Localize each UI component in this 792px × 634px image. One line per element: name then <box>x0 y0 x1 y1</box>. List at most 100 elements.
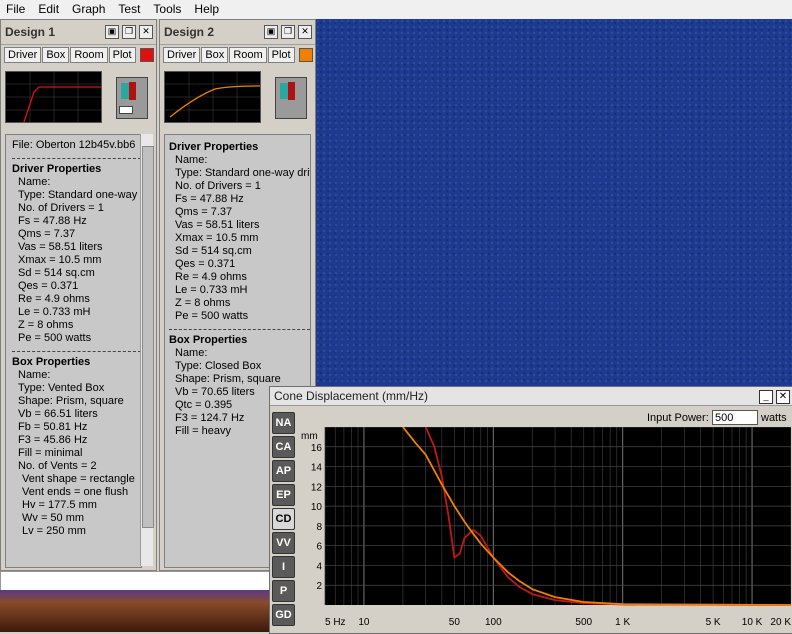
input-power-label: Input Power: <box>647 412 709 424</box>
plot-color-swatch[interactable] <box>139 48 154 63</box>
property-line: Vas = 58.51 liters <box>18 241 103 253</box>
tab-room[interactable]: Room <box>229 47 267 63</box>
x-tick-label: 5 K <box>706 617 721 628</box>
cone-titlebar: Cone Displacement (mm/Hz) _ ✕ <box>270 387 792 406</box>
plot-button-cd[interactable]: CD <box>272 508 295 530</box>
plot-button-ap[interactable]: AP <box>272 460 295 482</box>
property-line: Type: Vented Box <box>18 382 105 394</box>
x-tick-label: 5 Hz <box>325 617 346 628</box>
y-tick-label: 4 <box>316 561 322 572</box>
property-line: Z = 8 ohms <box>175 297 231 309</box>
menu-item-graph[interactable]: Graph <box>66 0 112 19</box>
property-line: No. of Vents = 2 <box>18 460 97 472</box>
design2-tabs: Driver Box Room Plot <box>163 47 313 63</box>
status-field <box>0 571 271 591</box>
plot-area <box>325 427 791 605</box>
driver-properties-header: Driver Properties <box>169 141 259 153</box>
menu-item-file[interactable]: File <box>0 0 32 19</box>
x-tick-label: 500 <box>575 617 592 628</box>
menu-item-help[interactable]: Help <box>188 0 226 19</box>
tab-box[interactable]: Box <box>42 47 70 63</box>
input-power-unit: watts <box>761 412 787 424</box>
cone-displacement-window: Cone Displacement (mm/Hz) _ ✕ Input Powe… <box>269 386 792 634</box>
menu-bar: File Edit Graph Test Tools Help <box>0 0 792 20</box>
file-name: File: Oberton 12b45v.bb6 <box>12 139 136 151</box>
design1-properties: File: Oberton 12b45v.bb6 Driver Properti… <box>5 134 142 568</box>
property-line: Le = 0.733 mH <box>175 284 248 296</box>
save-icon[interactable]: ▣ <box>264 25 278 39</box>
property-line: Fill = minimal <box>18 447 83 459</box>
property-line: Xmax = 10.5 mm <box>175 232 259 244</box>
plot-button-vv[interactable]: VV <box>272 532 295 554</box>
property-line: Name: <box>175 154 208 166</box>
save-icon[interactable]: ▣ <box>105 25 119 39</box>
close-icon[interactable]: ✕ <box>298 25 312 39</box>
copy-icon[interactable]: ❐ <box>122 25 136 39</box>
property-line: No. of Drivers = 1 <box>18 202 104 214</box>
property-line: Pe = 500 watts <box>18 332 92 344</box>
property-line: Qms = 7.37 <box>18 228 76 240</box>
response-thumbnail <box>5 71 102 123</box>
menu-item-edit[interactable]: Edit <box>32 0 66 19</box>
design2-titlebar: Design 2 ▣ ❐ ✕ <box>160 20 315 45</box>
close-icon[interactable]: ✕ <box>139 25 153 39</box>
design2-title: Design 2 <box>164 25 215 39</box>
input-power-field[interactable] <box>712 410 758 425</box>
property-line: Qes = 0.371 <box>18 280 79 292</box>
y-tick-label: 2 <box>316 581 322 592</box>
driver-properties-header: Driver Properties <box>12 163 102 175</box>
property-line: Re = 4.9 ohms <box>18 293 90 305</box>
plot-button-ep[interactable]: EP <box>272 484 295 506</box>
y-tick-label: 6 <box>316 542 322 553</box>
plot-button-i[interactable]: I <box>272 556 295 578</box>
property-line: Type: Standard one-way <box>18 189 138 201</box>
speaker-icon <box>116 77 148 119</box>
property-line: Vb = 66.51 liters <box>18 408 98 420</box>
design1-titlebar: Design 1 ▣ ❐ ✕ <box>1 20 156 45</box>
minimize-icon[interactable]: _ <box>759 390 773 404</box>
tab-room[interactable]: Room <box>70 47 108 63</box>
x-tick-label: 100 <box>485 617 502 628</box>
property-line: Sd = 514 sq.cm <box>18 267 95 279</box>
design1-scrollbar[interactable] <box>140 134 154 566</box>
menu-item-tools[interactable]: Tools <box>147 0 188 19</box>
y-unit-label: mm <box>301 431 318 442</box>
x-tick-label: 10 K <box>742 617 763 628</box>
x-tick-label: 1 K <box>615 617 630 628</box>
property-line: Lv = 250 mm <box>22 525 86 537</box>
plot-color-swatch[interactable] <box>298 48 313 63</box>
tab-driver[interactable]: Driver <box>4 47 42 63</box>
plot-button-gd[interactable]: GD <box>272 604 295 626</box>
plot-button-ca[interactable]: CA <box>272 436 295 458</box>
property-line: Fs = 47.88 Hz <box>175 193 244 205</box>
y-tick-label: 16 <box>311 443 323 454</box>
y-tick-label: 8 <box>316 522 322 533</box>
x-tick-label: 10 <box>358 617 370 628</box>
property-line: Vas = 58.51 liters <box>175 219 260 231</box>
property-line: Hv = 177.5 mm <box>22 499 97 511</box>
copy-icon[interactable]: ❐ <box>281 25 295 39</box>
close-icon[interactable]: ✕ <box>776 390 790 404</box>
cone-displacement-plot: mm16 14 12 10 8 6 4 2 5 Hz 10 50 100 500 1 K 5 K 10 K 20… <box>301 427 791 628</box>
y-tick-label: 14 <box>311 463 323 474</box>
property-line: Type: Closed Box <box>175 360 262 372</box>
property-line: Xmax = 10.5 mm <box>18 254 102 266</box>
property-line: Type: Standard one-way driv <box>175 167 311 179</box>
response-thumbnail <box>164 71 261 123</box>
tab-plot[interactable]: Plot <box>108 47 136 63</box>
tab-box[interactable]: Box <box>201 47 229 63</box>
plot-button-na[interactable]: NA <box>272 412 295 434</box>
tab-driver[interactable]: Driver <box>163 47 201 63</box>
property-line: Z = 8 ohms <box>18 319 74 331</box>
property-line: Le = 0.733 mH <box>18 306 91 318</box>
property-line: Re = 4.9 ohms <box>175 271 247 283</box>
plot-button-p[interactable]: P <box>272 580 295 602</box>
property-line: Name: <box>18 176 51 188</box>
box-properties-header: Box Properties <box>12 356 91 368</box>
tab-plot[interactable]: Plot <box>267 47 295 63</box>
property-line: Shape: Prism, square <box>18 395 124 407</box>
y-tick-label: 12 <box>311 482 323 493</box>
y-tick-label: 10 <box>311 502 323 513</box>
property-line: Vent ends = one flush <box>22 486 129 498</box>
menu-item-test[interactable]: Test <box>112 0 147 19</box>
